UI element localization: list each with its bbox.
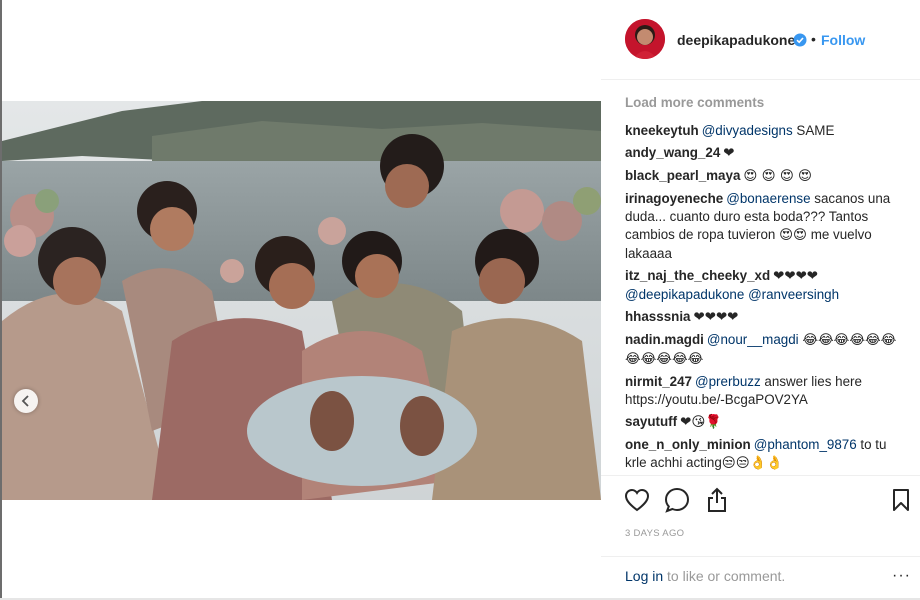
- post-side-panel: deepikapadukone • Follow Load more comme…: [601, 0, 920, 600]
- save-button[interactable]: [887, 486, 915, 514]
- speech-bubble-icon: [664, 487, 690, 513]
- more-options-button[interactable]: ···: [892, 567, 911, 585]
- comment-item: kneekeytuh @divyadesigns SAME: [625, 122, 905, 140]
- comment-username[interactable]: itz_naj_the_cheeky_xd: [625, 268, 770, 283]
- separator-dot: •: [811, 31, 816, 47]
- comment-mention-link[interactable]: @bonaerense: [726, 191, 810, 206]
- comment-item: black_pearl_maya 😍 😍 😍 😍: [625, 167, 905, 186]
- author-username[interactable]: deepikapadukone: [677, 32, 795, 48]
- comment-text: SAME: [792, 123, 835, 138]
- comment-username[interactable]: andy_wang_24: [625, 145, 720, 160]
- verified-badge-icon: [793, 33, 807, 47]
- comment-item: nirmit_247 @prerbuzz answer lies here htt…: [625, 373, 905, 409]
- comment-item: itz_naj_the_cheeky_xd ❤❤❤❤ @deepikapaduko…: [625, 267, 905, 304]
- follow-button[interactable]: Follow: [821, 32, 865, 48]
- comment-username[interactable]: nadin.magdi: [625, 332, 704, 347]
- share-icon: [708, 487, 726, 512]
- comment-item: irinagoyeneche @bonaerense sacanos una du…: [625, 190, 905, 263]
- heart-outline-icon: [624, 488, 650, 512]
- like-button[interactable]: [623, 486, 651, 514]
- comment-item: sayutuff ❤😘🌹: [625, 413, 905, 432]
- comment-username[interactable]: kneekeytuh: [625, 123, 699, 138]
- comment-username[interactable]: nirmit_247: [625, 374, 692, 389]
- comment-emoji: ❤: [723, 146, 735, 161]
- login-prompt-text: to like or comment.: [663, 568, 786, 584]
- comment-mention-link[interactable]: @ranveersingh: [748, 287, 839, 302]
- comment-username[interactable]: black_pearl_maya: [625, 168, 740, 183]
- comment-mention-link[interactable]: @prerbuzz: [695, 374, 761, 389]
- comment-emoji: 😍😍: [779, 228, 807, 243]
- comment-username[interactable]: one_n_only_minion: [625, 437, 751, 452]
- comment-item: one_n_only_minion @phantom_9876 to tu krl…: [625, 436, 905, 473]
- bookmark-icon: [893, 489, 909, 511]
- avatar-image: [625, 19, 665, 59]
- comment-emoji: ❤😘🌹: [680, 415, 722, 430]
- login-link[interactable]: Log in: [625, 568, 663, 584]
- comment-mention-link[interactable]: @nour__magdi: [707, 332, 799, 347]
- comment-username[interactable]: sayutuff: [625, 414, 677, 429]
- previous-photo-button[interactable]: [14, 389, 38, 413]
- comment-username[interactable]: hhasssnia: [625, 309, 691, 324]
- comment-mention-link[interactable]: @phantom_9876: [754, 437, 857, 452]
- post-header: deepikapadukone • Follow: [601, 0, 920, 80]
- author-avatar[interactable]: [625, 19, 665, 59]
- comment-username[interactable]: irinagoyeneche: [625, 191, 723, 206]
- wedding-group-photo: [2, 101, 601, 500]
- comment-emoji: ❤❤❤❤: [773, 269, 819, 284]
- share-button[interactable]: [703, 486, 731, 514]
- comment-mention-link[interactable]: @deepikapadukone: [625, 287, 744, 302]
- instagram-post-modal: deepikapadukone • Follow Load more comme…: [0, 0, 920, 600]
- load-more-comments-button[interactable]: Load more comments: [625, 94, 905, 112]
- post-actions-bar: [601, 475, 920, 523]
- post-photo[interactable]: [2, 101, 601, 500]
- post-timestamp: 3 DAYS AGO: [625, 528, 685, 539]
- comment-mention-link[interactable]: @divyadesigns: [702, 123, 793, 138]
- comment-item: hhasssnia ❤❤❤❤: [625, 308, 905, 327]
- comments-list[interactable]: Load more comments kneekeytuh @divyadesig…: [625, 88, 905, 474]
- comment-emoji: 😍 😍 😍 😍: [743, 169, 812, 184]
- login-prompt: Log in to like or comment.: [625, 568, 785, 584]
- login-bar: Log in to like or comment. ···: [601, 556, 920, 598]
- comment-item: nadin.magdi @nour__magdi 😂😂😂😂😂😂😂😂😂😂😂: [625, 331, 905, 369]
- comment-item: andy_wang_24 ❤: [625, 144, 905, 163]
- comment-button[interactable]: [663, 486, 691, 514]
- comment-emoji: ❤❤❤❤: [693, 310, 739, 325]
- comment-emoji: 😒😒👌👌: [721, 456, 784, 471]
- comments-container: kneekeytuh @divyadesigns SAME andy_wang_24…: [625, 122, 905, 473]
- chevron-left-icon: [21, 395, 29, 407]
